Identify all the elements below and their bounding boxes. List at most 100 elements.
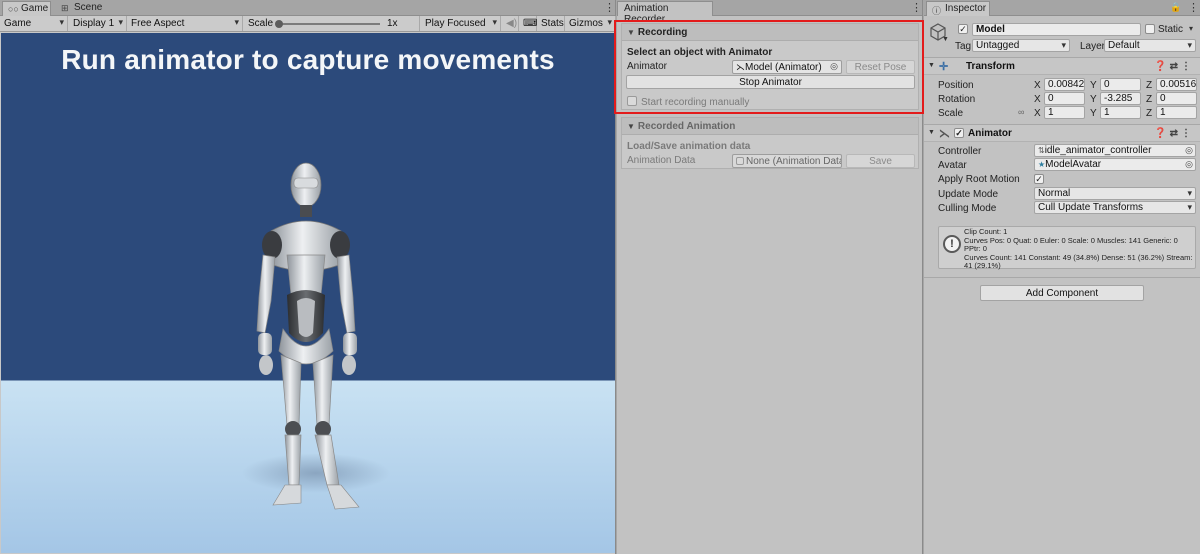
root-motion-label: Apply Root Motion (938, 174, 1020, 185)
display-dropdown[interactable]: Display 1 ▾ (69, 16, 127, 31)
game-panel: ○○ Game ⊞ Scene ⋮ Game ▾ Display 1 ▾ Free … (0, 0, 616, 554)
axis-x-label: X (1034, 108, 1041, 119)
save-button[interactable]: Save (846, 154, 915, 168)
help-icon[interactable]: ❓ (1154, 128, 1169, 139)
foldout-arrow-icon: ▼ (627, 122, 635, 131)
axis-z-label: Z (1146, 80, 1153, 91)
axis-y-label: Y (1090, 80, 1097, 91)
object-picker-icon[interactable]: ◎ (1185, 159, 1193, 170)
inspector-tabbar: ⓘ Inspector 🔒 ⋮ (924, 0, 1200, 16)
mute-audio-button[interactable]: ◀) (502, 16, 519, 31)
layer-dropdown[interactable]: Default ▾ (1104, 39, 1196, 52)
scale-x-field[interactable]: 1 (1044, 106, 1085, 119)
chevron-down-icon: ▾ (1187, 188, 1192, 198)
axis-z-label: Z (1146, 94, 1153, 105)
tag-label: Tag (955, 41, 972, 52)
avatar-label: Avatar (938, 160, 967, 171)
asset-icon (736, 157, 744, 165)
scale-z-field[interactable]: 1 (1156, 106, 1197, 119)
grid-icon: ⊞ (61, 3, 69, 13)
inspector-panel: ⓘ Inspector 🔒 ⋮ ▼ ✓ Model Static ▾ Tag U… (924, 0, 1200, 554)
help-icon[interactable]: ❓ (1154, 61, 1169, 72)
static-label: Static (1158, 24, 1184, 35)
tab-animation-recorder[interactable]: Animation Recorder (617, 1, 713, 25)
position-z-field[interactable]: 0.005161 (1156, 78, 1197, 91)
game-menu-icon[interactable]: ⋮ (604, 1, 615, 14)
scale-y-field[interactable]: 1 (1100, 106, 1141, 119)
tab-inspector[interactable]: ⓘ Inspector (926, 1, 990, 16)
scale-slider[interactable] (275, 20, 380, 28)
controller-label: Controller (938, 146, 982, 157)
rotation-x-field[interactable]: 0 (1044, 92, 1085, 105)
animator-header[interactable]: ▼ ⋋ ✓ Animator ❓⇄⋮ (924, 124, 1200, 142)
aspect-dropdown[interactable]: Free Aspect ▾ (127, 16, 243, 31)
rotation-z-field[interactable]: 0 (1156, 92, 1197, 105)
culling-mode-label: Culling Mode (938, 203, 997, 214)
transform-icon: ✛ (939, 61, 949, 73)
root-motion-checkbox[interactable]: ✓ (1034, 174, 1044, 184)
game-viewport[interactable]: Run animator to capture movements (1, 33, 615, 553)
transform-header[interactable]: ▼ ✛ Transform ❓⇄⋮ (924, 57, 1200, 75)
active-checkbox[interactable]: ✓ (958, 24, 968, 34)
update-mode-dropdown[interactable]: Normal ▾ (1034, 187, 1196, 200)
play-mode-dropdown[interactable]: Play Focused ▾ (421, 16, 501, 31)
robot-character (256, 162, 360, 510)
object-name-field[interactable]: Model (972, 23, 1141, 36)
gizmos-dropdown[interactable]: Gizmos ▾ (565, 16, 616, 31)
axis-x-label: X (1034, 94, 1041, 105)
animator-info-box: ! Clip Count: 1 Curves Pos: 0 Quat: 0 Eu… (938, 226, 1196, 271)
chevron-down-icon: ▾ (59, 17, 64, 27)
culling-mode-dropdown[interactable]: Cull Update Transforms ▾ (1034, 201, 1196, 214)
animator-info-text: Clip Count: 1 Curves Pos: 0 Quat: 0 Eule… (964, 227, 1193, 271)
keyboard-shortcuts-button[interactable]: ⌨ (519, 16, 537, 31)
component-menu-icon[interactable]: ⋮ (1181, 128, 1194, 139)
link-icon[interactable]: ∞ (1018, 107, 1024, 117)
recorder-menu-icon[interactable]: ⋮ (911, 1, 922, 14)
chevron-down-icon: ▾ (1187, 40, 1192, 50)
object-picker-icon[interactable]: ◎ (1185, 145, 1193, 156)
static-checkbox[interactable] (1145, 24, 1155, 34)
animation-data-field[interactable]: None (Animation Data (732, 154, 842, 168)
recorded-animation-header[interactable]: ▼ Recorded Animation (622, 118, 918, 135)
axis-x-label: X (1034, 80, 1041, 91)
chevron-down-icon[interactable]: ▾ (1189, 24, 1193, 33)
recorder-tabbar: Animation Recorder ⋮ (617, 0, 922, 25)
foldout-arrow-icon: ▼ (928, 129, 935, 136)
add-component-button[interactable]: Add Component (980, 285, 1144, 301)
chevron-down-icon[interactable]: ▼ (942, 36, 949, 43)
controller-field[interactable]: ⇅idle_animator_controller ◎ (1034, 144, 1196, 157)
chevron-down-icon: ▾ (492, 17, 497, 27)
position-x-field[interactable]: 0.008426 (1044, 78, 1085, 91)
foldout-arrow-icon: ▼ (928, 62, 935, 69)
component-menu-icon[interactable]: ⋮ (1181, 61, 1194, 72)
chevron-down-icon: ▾ (234, 17, 239, 27)
axis-y-label: Y (1090, 94, 1097, 105)
game-toolbar: Game ▾ Display 1 ▾ Free Aspect ▾ Scale 1x P… (0, 16, 616, 32)
load-save-subheader: Load/Save animation data (627, 141, 751, 152)
tag-dropdown[interactable]: Untagged ▾ (972, 39, 1070, 52)
view-select-dropdown[interactable]: Game ▾ (0, 16, 68, 31)
chevron-down-icon: ▾ (1187, 202, 1192, 212)
rotation-label: Rotation (938, 94, 976, 105)
scale-label: Scale (938, 108, 964, 119)
rotation-y-field[interactable]: -3.285 (1100, 92, 1141, 105)
inspector-menu-icon[interactable]: ⋮ (1188, 1, 1199, 14)
tab-game[interactable]: ○○ Game (2, 1, 51, 16)
stats-button[interactable]: Stats (537, 16, 565, 31)
lock-icon[interactable]: 🔒 (1170, 2, 1181, 13)
animation-data-label: Animation Data (627, 155, 696, 166)
component-actions[interactable]: ❓⇄⋮ (1154, 61, 1194, 72)
axis-y-label: Y (1090, 108, 1097, 119)
avatar-field[interactable]: ★ModelAvatar ◎ (1034, 158, 1196, 171)
tab-scene[interactable]: ⊞ Scene (56, 1, 108, 16)
position-y-field[interactable]: 0 (1100, 78, 1141, 91)
preset-icon[interactable]: ⇄ (1170, 61, 1181, 72)
component-actions[interactable]: ❓⇄⋮ (1154, 128, 1194, 139)
preset-icon[interactable]: ⇄ (1170, 128, 1181, 139)
info-icon: ! (943, 235, 961, 253)
scale-slider-thumb[interactable] (275, 20, 283, 28)
controller-asset-icon: ⇅ (1038, 146, 1045, 155)
animator-enabled-checkbox[interactable]: ✓ (954, 128, 964, 138)
position-label: Position (938, 80, 974, 91)
recording-highlight-box (614, 20, 924, 114)
